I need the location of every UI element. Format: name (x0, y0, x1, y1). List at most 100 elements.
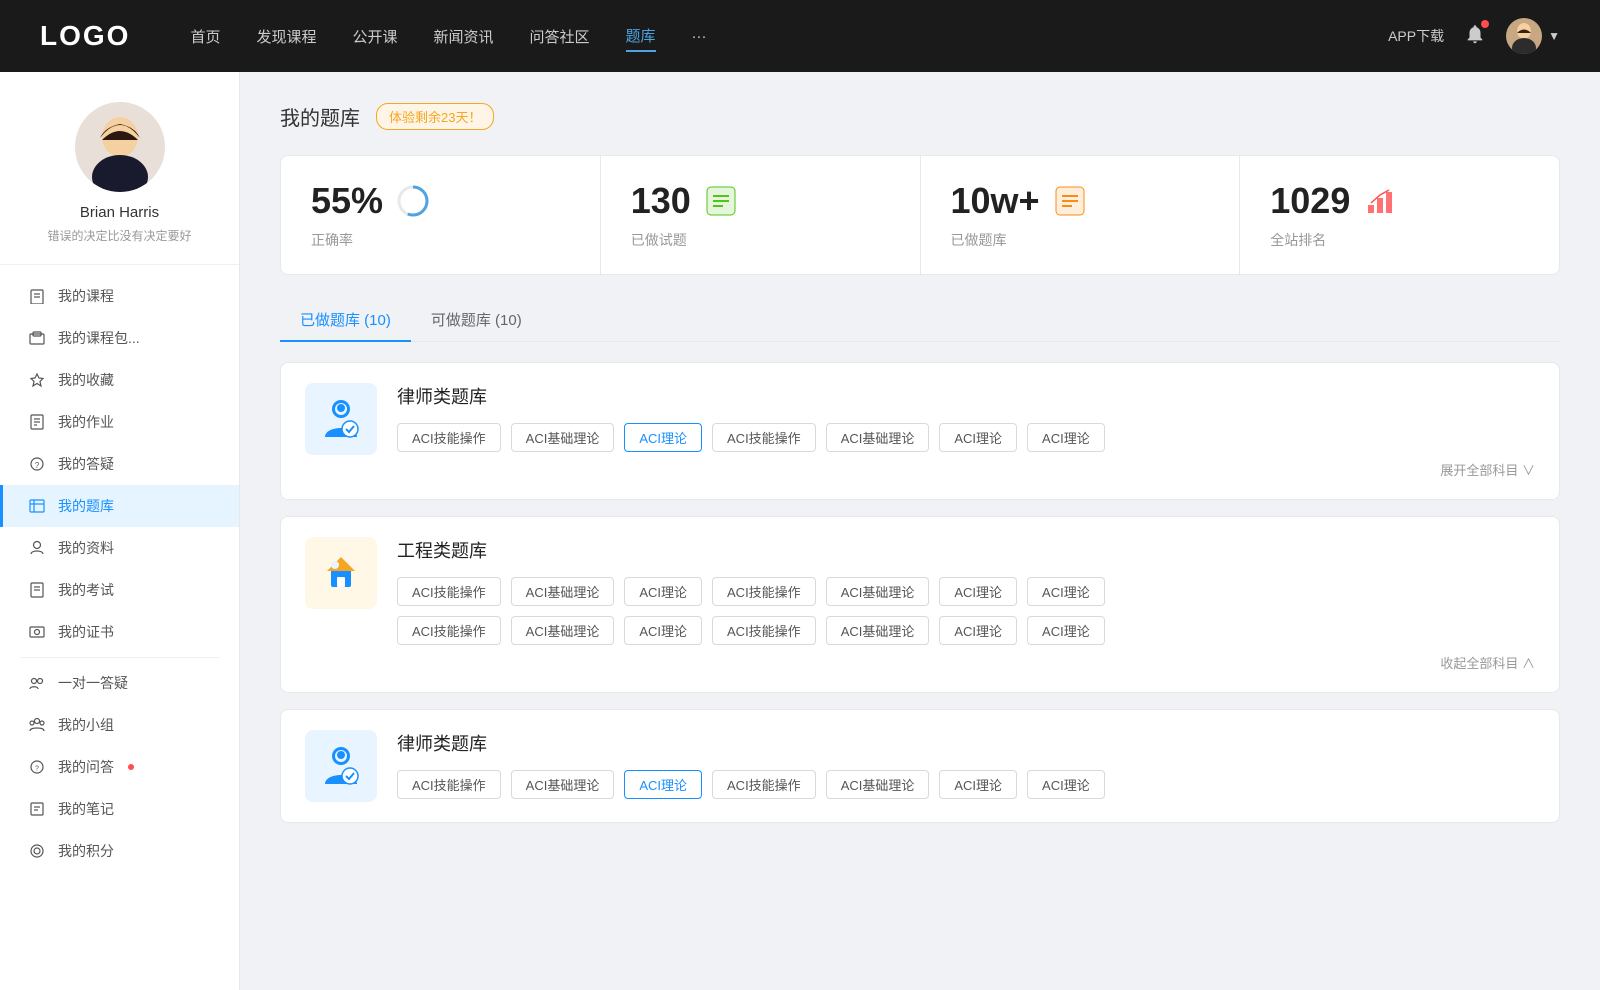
sidebar-item-answers[interactable]: ? 我的答疑 (0, 443, 239, 485)
tag-eng-1[interactable]: ACI基础理论 (511, 577, 615, 606)
tag-lawyer2-2[interactable]: ACI理论 (624, 770, 702, 799)
stat-done-questions-label: 已做试题 (631, 230, 687, 250)
main-wrapper: Brian Harris 错误的决定比没有决定要好 我的课程 我的课程包... (0, 0, 1600, 990)
qbank-card-lawyer2: 律师类题库 ACI技能操作 ACI基础理论 ACI理论 ACI技能操作 ACI基… (280, 709, 1560, 823)
stat-done-questions-value: 130 (631, 180, 691, 222)
sidebar-item-group-label: 我的小组 (58, 715, 114, 735)
stat-ranking-value: 1029 (1270, 180, 1350, 222)
qbank-body-lawyer1: 律师类题库 ACI技能操作 ACI基础理论 ACI理论 ACI技能操作 ACI基… (397, 383, 1535, 479)
qbank-icon-engineering (305, 537, 377, 609)
list-green-icon (703, 183, 739, 219)
sidebar-item-profile-data[interactable]: 我的资料 (0, 527, 239, 569)
nav-more[interactable]: ··· (692, 24, 707, 49)
sidebar-menu: 我的课程 我的课程包... 我的收藏 我的作业 (0, 265, 239, 882)
stat-ranking: 1029 全站排名 (1240, 156, 1559, 274)
user-avatar-button[interactable]: ▼ (1506, 18, 1560, 54)
app-download-button[interactable]: APP下载 (1388, 26, 1444, 46)
sidebar-item-notes[interactable]: 我的笔记 (0, 788, 239, 830)
notification-badge (1481, 20, 1489, 28)
sidebar-item-favorites[interactable]: 我的收藏 (0, 359, 239, 401)
nav-news[interactable]: 新闻资讯 (434, 22, 494, 51)
tag-eng-6[interactable]: ACI理论 (1027, 577, 1105, 606)
stat-accuracy-row: 55% (311, 180, 431, 222)
sidebar-item-homework-label: 我的作业 (58, 412, 114, 432)
tag-lawyer2-1[interactable]: ACI基础理论 (511, 770, 615, 799)
tag-lawyer2-4[interactable]: ACI基础理论 (826, 770, 930, 799)
sidebar-item-exam-label: 我的考试 (58, 580, 114, 600)
tag-lawyer1-1[interactable]: ACI基础理论 (511, 423, 615, 452)
stat-done-banks-label: 已做题库 (951, 230, 1007, 250)
notification-bell[interactable] (1464, 23, 1486, 50)
tag-lawyer1-5[interactable]: ACI理论 (939, 423, 1017, 452)
tag-lawyer1-6[interactable]: ACI理论 (1027, 423, 1105, 452)
qbank-body-lawyer2: 律师类题库 ACI技能操作 ACI基础理论 ACI理论 ACI技能操作 ACI基… (397, 730, 1535, 799)
qbank-card-lawyer1: 律师类题库 ACI技能操作 ACI基础理论 ACI理论 ACI技能操作 ACI基… (280, 362, 1560, 500)
tag-lawyer2-5[interactable]: ACI理论 (939, 770, 1017, 799)
tag-eng2-0[interactable]: ACI技能操作 (397, 616, 501, 645)
stat-ranking-label: 全站排名 (1270, 230, 1326, 250)
stat-accuracy: 55% 正确率 (281, 156, 601, 274)
expand-lawyer1[interactable]: 展开全部科目 ∨ (397, 460, 1535, 479)
profile-icon (28, 539, 46, 557)
qbank-header-engineering: 工程类题库 ACI技能操作 ACI基础理论 ACI理论 ACI技能操作 ACI基… (305, 537, 1535, 672)
tag-lawyer2-6[interactable]: ACI理论 (1027, 770, 1105, 799)
sidebar-item-points[interactable]: 我的积分 (0, 830, 239, 872)
nav-qbank[interactable]: 题库 (626, 21, 656, 52)
sidebar-item-one-on-one[interactable]: 一对一答疑 (0, 662, 239, 704)
nav-qa[interactable]: 问答社区 (530, 22, 590, 51)
tag-eng2-2[interactable]: ACI理论 (624, 616, 702, 645)
nav-open[interactable]: 公开课 (352, 22, 397, 51)
nav-menu: 首页 发现课程 公开课 新闻资讯 问答社区 题库 ··· (190, 21, 1388, 52)
tag-eng2-1[interactable]: ACI基础理论 (511, 616, 615, 645)
sidebar-divider (20, 657, 219, 658)
tag-lawyer2-0[interactable]: ACI技能操作 (397, 770, 501, 799)
nav-discover[interactable]: 发现课程 (256, 22, 316, 51)
list-orange-icon (1052, 183, 1088, 219)
tab-todo[interactable]: 可做题库 (10) (411, 299, 542, 342)
sidebar-item-my-qa[interactable]: ? 我的问答 (0, 746, 239, 788)
tag-eng-5[interactable]: ACI理论 (939, 577, 1017, 606)
package-icon (28, 329, 46, 347)
sidebar-item-course-package[interactable]: 我的课程包... (0, 317, 239, 359)
tag-eng-3[interactable]: ACI技能操作 (712, 577, 816, 606)
collapse-engineering[interactable]: 收起全部科目 ∧ (397, 653, 1535, 672)
logo[interactable]: LOGO (40, 20, 130, 52)
sidebar-item-profile-data-label: 我的资料 (58, 538, 114, 558)
sidebar-item-exam[interactable]: 我的考试 (0, 569, 239, 611)
sidebar-item-course[interactable]: 我的课程 (0, 275, 239, 317)
qbank-title-lawyer2: 律师类题库 (397, 730, 1535, 756)
tag-eng2-3[interactable]: ACI技能操作 (712, 616, 816, 645)
accuracy-donut (395, 183, 431, 219)
tags-row-engineering-1: ACI技能操作 ACI基础理论 ACI理论 ACI技能操作 ACI基础理论 AC… (397, 577, 1535, 606)
tag-eng2-5[interactable]: ACI理论 (939, 616, 1017, 645)
tag-lawyer1-2[interactable]: ACI理论 (624, 423, 702, 452)
sidebar-item-group[interactable]: 我的小组 (0, 704, 239, 746)
sidebar-item-qbank[interactable]: 我的题库 (0, 485, 239, 527)
sidebar-item-one-on-one-label: 一对一答疑 (58, 673, 128, 693)
tag-lawyer2-3[interactable]: ACI技能操作 (712, 770, 816, 799)
group-icon (28, 716, 46, 734)
sidebar-item-cert-label: 我的证书 (58, 622, 114, 642)
tag-lawyer1-3[interactable]: ACI技能操作 (712, 423, 816, 452)
homework-icon (28, 413, 46, 431)
tag-eng-4[interactable]: ACI基础理论 (826, 577, 930, 606)
tab-done[interactable]: 已做题库 (10) (280, 299, 411, 342)
navbar: LOGO 首页 发现课程 公开课 新闻资讯 问答社区 题库 ··· APP下载 … (0, 0, 1600, 72)
tag-eng2-6[interactable]: ACI理论 (1027, 616, 1105, 645)
qbank-header-lawyer2: 律师类题库 ACI技能操作 ACI基础理论 ACI理论 ACI技能操作 ACI基… (305, 730, 1535, 802)
svg-text:?: ? (35, 461, 40, 470)
tag-lawyer1-4[interactable]: ACI基础理论 (826, 423, 930, 452)
sidebar-item-cert[interactable]: 我的证书 (0, 611, 239, 653)
tags-row-lawyer2: ACI技能操作 ACI基础理论 ACI理论 ACI技能操作 ACI基础理论 AC… (397, 770, 1535, 799)
tag-eng-2[interactable]: ACI理论 (624, 577, 702, 606)
nav-home[interactable]: 首页 (190, 22, 220, 51)
tag-lawyer1-0[interactable]: ACI技能操作 (397, 423, 501, 452)
stat-done-questions-row: 130 (631, 180, 739, 222)
sidebar-item-points-label: 我的积分 (58, 841, 114, 861)
qbank-icon (28, 497, 46, 515)
sidebar-item-course-package-label: 我的课程包... (58, 328, 140, 348)
tag-eng-0[interactable]: ACI技能操作 (397, 577, 501, 606)
sidebar-item-my-qa-label: 我的问答 (58, 757, 114, 777)
sidebar-item-homework[interactable]: 我的作业 (0, 401, 239, 443)
tag-eng2-4[interactable]: ACI基础理论 (826, 616, 930, 645)
